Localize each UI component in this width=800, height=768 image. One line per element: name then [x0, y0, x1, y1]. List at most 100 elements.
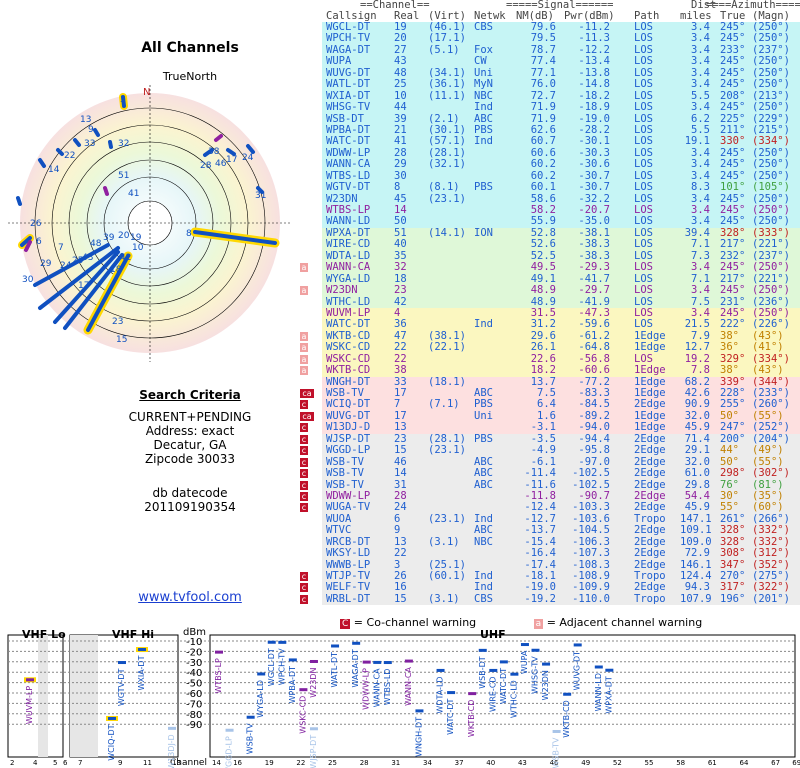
- signal-bar: [138, 648, 146, 652]
- criteria-line: db datecode: [152, 486, 228, 500]
- cell-dist: 3.4: [691, 284, 710, 297]
- cell-callsign: WKTB-CD: [326, 364, 371, 377]
- cell-netwk: Uni: [474, 409, 493, 422]
- cell-pwr: -107.3: [572, 547, 610, 560]
- svg-text:30: 30: [22, 275, 34, 285]
- bar-label: WTBS-LD: [383, 669, 392, 706]
- table-row: WGTV-DT 8 (8.1) PBS 60.1 -30.7 LOS 8.3 101° (105°…: [300, 181, 800, 194]
- signal-bar: [168, 726, 176, 730]
- cell-mag: (105°): [752, 181, 790, 194]
- cell-nm: -4.9: [530, 444, 556, 457]
- cell-path: 2Edge: [634, 547, 666, 560]
- cell-pwr: -95.8: [578, 444, 610, 457]
- bar-label: WTBS-LP: [214, 658, 223, 694]
- cell-callsign: WKSY-LD: [326, 547, 371, 560]
- x-tick-label: 4: [33, 759, 38, 767]
- vhf-lo-frame: [7, 634, 64, 758]
- bar-label: WKTB-CD: [562, 700, 571, 738]
- cell-netwk: CBS: [474, 592, 493, 605]
- bar-label: WGGD-LP: [225, 736, 234, 768]
- bar-label: WPBA-DT: [288, 666, 297, 704]
- radar-plot: N 3 139 33 32 22 14 51 41 28 38 46 17 24 31 8 26 6: [8, 85, 292, 362]
- warning-marker: c: [300, 503, 308, 513]
- x-tick-label: 11: [143, 759, 152, 767]
- cell-virt: (8.1): [428, 181, 460, 194]
- warning-marker: c: [300, 480, 308, 490]
- bar-label: WANN-CA: [372, 668, 381, 707]
- cell-netwk: ABC: [474, 467, 493, 480]
- cell-mag: (43°): [752, 364, 784, 377]
- signal-bar: [373, 660, 382, 664]
- signal-bar: [383, 661, 392, 665]
- cell-callsign: WHSG-TV: [326, 101, 371, 114]
- bar-label: WATC-DT: [499, 668, 508, 704]
- bar-label: WATL-DT: [330, 652, 339, 688]
- cell-dist: 12.7: [684, 341, 710, 354]
- cell-callsign: WANN-CA: [326, 158, 371, 171]
- signal-bar: [352, 641, 361, 645]
- svg-text:31: 31: [255, 191, 266, 201]
- cell-path: LOS: [634, 284, 653, 297]
- cell-virt: (22.1): [428, 341, 466, 354]
- x-tick-label: 5: [53, 759, 57, 767]
- signal-bar: [447, 691, 456, 695]
- table-row: c WSB-TV 14 ABC -11.4 -102.5 2Edge 61.0 298° (302…: [300, 467, 800, 480]
- signal-bar: [362, 660, 371, 664]
- band-gap-shade: [70, 635, 98, 757]
- warning-marker: c: [300, 583, 308, 593]
- table-row: a WKTB-CD 38 18.2 -60.6 1Edge 7.8 38° (43°): [300, 364, 800, 377]
- warning-marker: c: [300, 434, 308, 444]
- warning-marker: c: [300, 457, 308, 467]
- cell-netwk: PBS: [474, 432, 493, 445]
- bar-label: WPCH-TV: [277, 648, 286, 685]
- cell-nm: -19.2: [524, 592, 556, 605]
- bar-label: WXIA-DT: [137, 655, 146, 690]
- cell-path: 1Edge: [634, 341, 666, 354]
- bar-label: WCIQ-DT: [107, 724, 116, 760]
- cell-virt: (23.1): [428, 512, 466, 525]
- cell-callsign: WRBL-DT: [326, 592, 371, 605]
- cell-dist: 61.0: [684, 467, 710, 480]
- cell-path: Tropo: [634, 592, 666, 605]
- bar-label: WATC-DT: [446, 698, 455, 734]
- tvfool-link[interactable]: www.tvfool.com: [60, 590, 320, 605]
- cell-dist: 3.4: [691, 261, 710, 274]
- bar-label: WUVM-LP: [25, 686, 34, 724]
- bar-label: WPXA-DT: [604, 676, 613, 714]
- warning-marker: ca: [300, 411, 314, 421]
- cell-pwr: -60.6: [578, 364, 610, 377]
- bar-label: WSB-TV: [552, 737, 561, 768]
- cell-pwr: -14.8: [578, 78, 610, 91]
- cell-virt: (18.1): [428, 375, 466, 388]
- cell-nm: -11.4: [524, 467, 556, 480]
- cell-pwr: -29.7: [578, 284, 610, 297]
- x-tick-label: 16: [233, 759, 242, 767]
- cell-dist: 8.3: [691, 181, 710, 194]
- cell-az: 308°: [720, 547, 746, 560]
- table-row: c WRBL-DT 15 (3.1) CBS -19.2 -110.0 Tropo 107.9 1…: [300, 592, 800, 606]
- cell-mag: (250°): [752, 158, 790, 171]
- x-tick-label: 55: [645, 759, 654, 767]
- y-tick-label: -50: [186, 679, 202, 690]
- cell-az: 245°: [720, 101, 746, 114]
- bar-label: WUPA: [520, 650, 529, 674]
- cell-real: 25: [394, 78, 407, 91]
- cell-callsign: WTVC: [326, 524, 352, 537]
- svg-text:26: 26: [30, 219, 42, 229]
- cell-nm: 60.1: [530, 181, 556, 194]
- x-tick-label: 61: [708, 759, 717, 767]
- band-gap-shade: [38, 635, 48, 757]
- table-row: c WGGD-LP 15 (23.1) -4.9 -95.8 2Edge 29.1 44° (49…: [300, 444, 800, 457]
- cell-netwk: CBS: [474, 21, 493, 33]
- band-label: VHF Lo: [22, 628, 66, 641]
- cell-real: 15: [394, 444, 407, 457]
- table-row: WATL-DT 25 (36.1) MyN 76.0 -14.8 LOS 3.4 245° (25…: [300, 78, 800, 91]
- svg-text:18: 18: [110, 265, 122, 275]
- table-row: a W23DN 23 48.9 -29.7 LOS 3.4 245° (250°): [300, 284, 800, 297]
- y-tick-label: -90: [186, 720, 202, 731]
- cell-callsign: W23DN: [326, 284, 358, 297]
- x-tick-label: 34: [423, 759, 432, 767]
- cell-real: 29: [394, 158, 407, 171]
- cell-virt: (60.1): [428, 570, 466, 582]
- cell-callsign: WANN-CA: [326, 261, 371, 274]
